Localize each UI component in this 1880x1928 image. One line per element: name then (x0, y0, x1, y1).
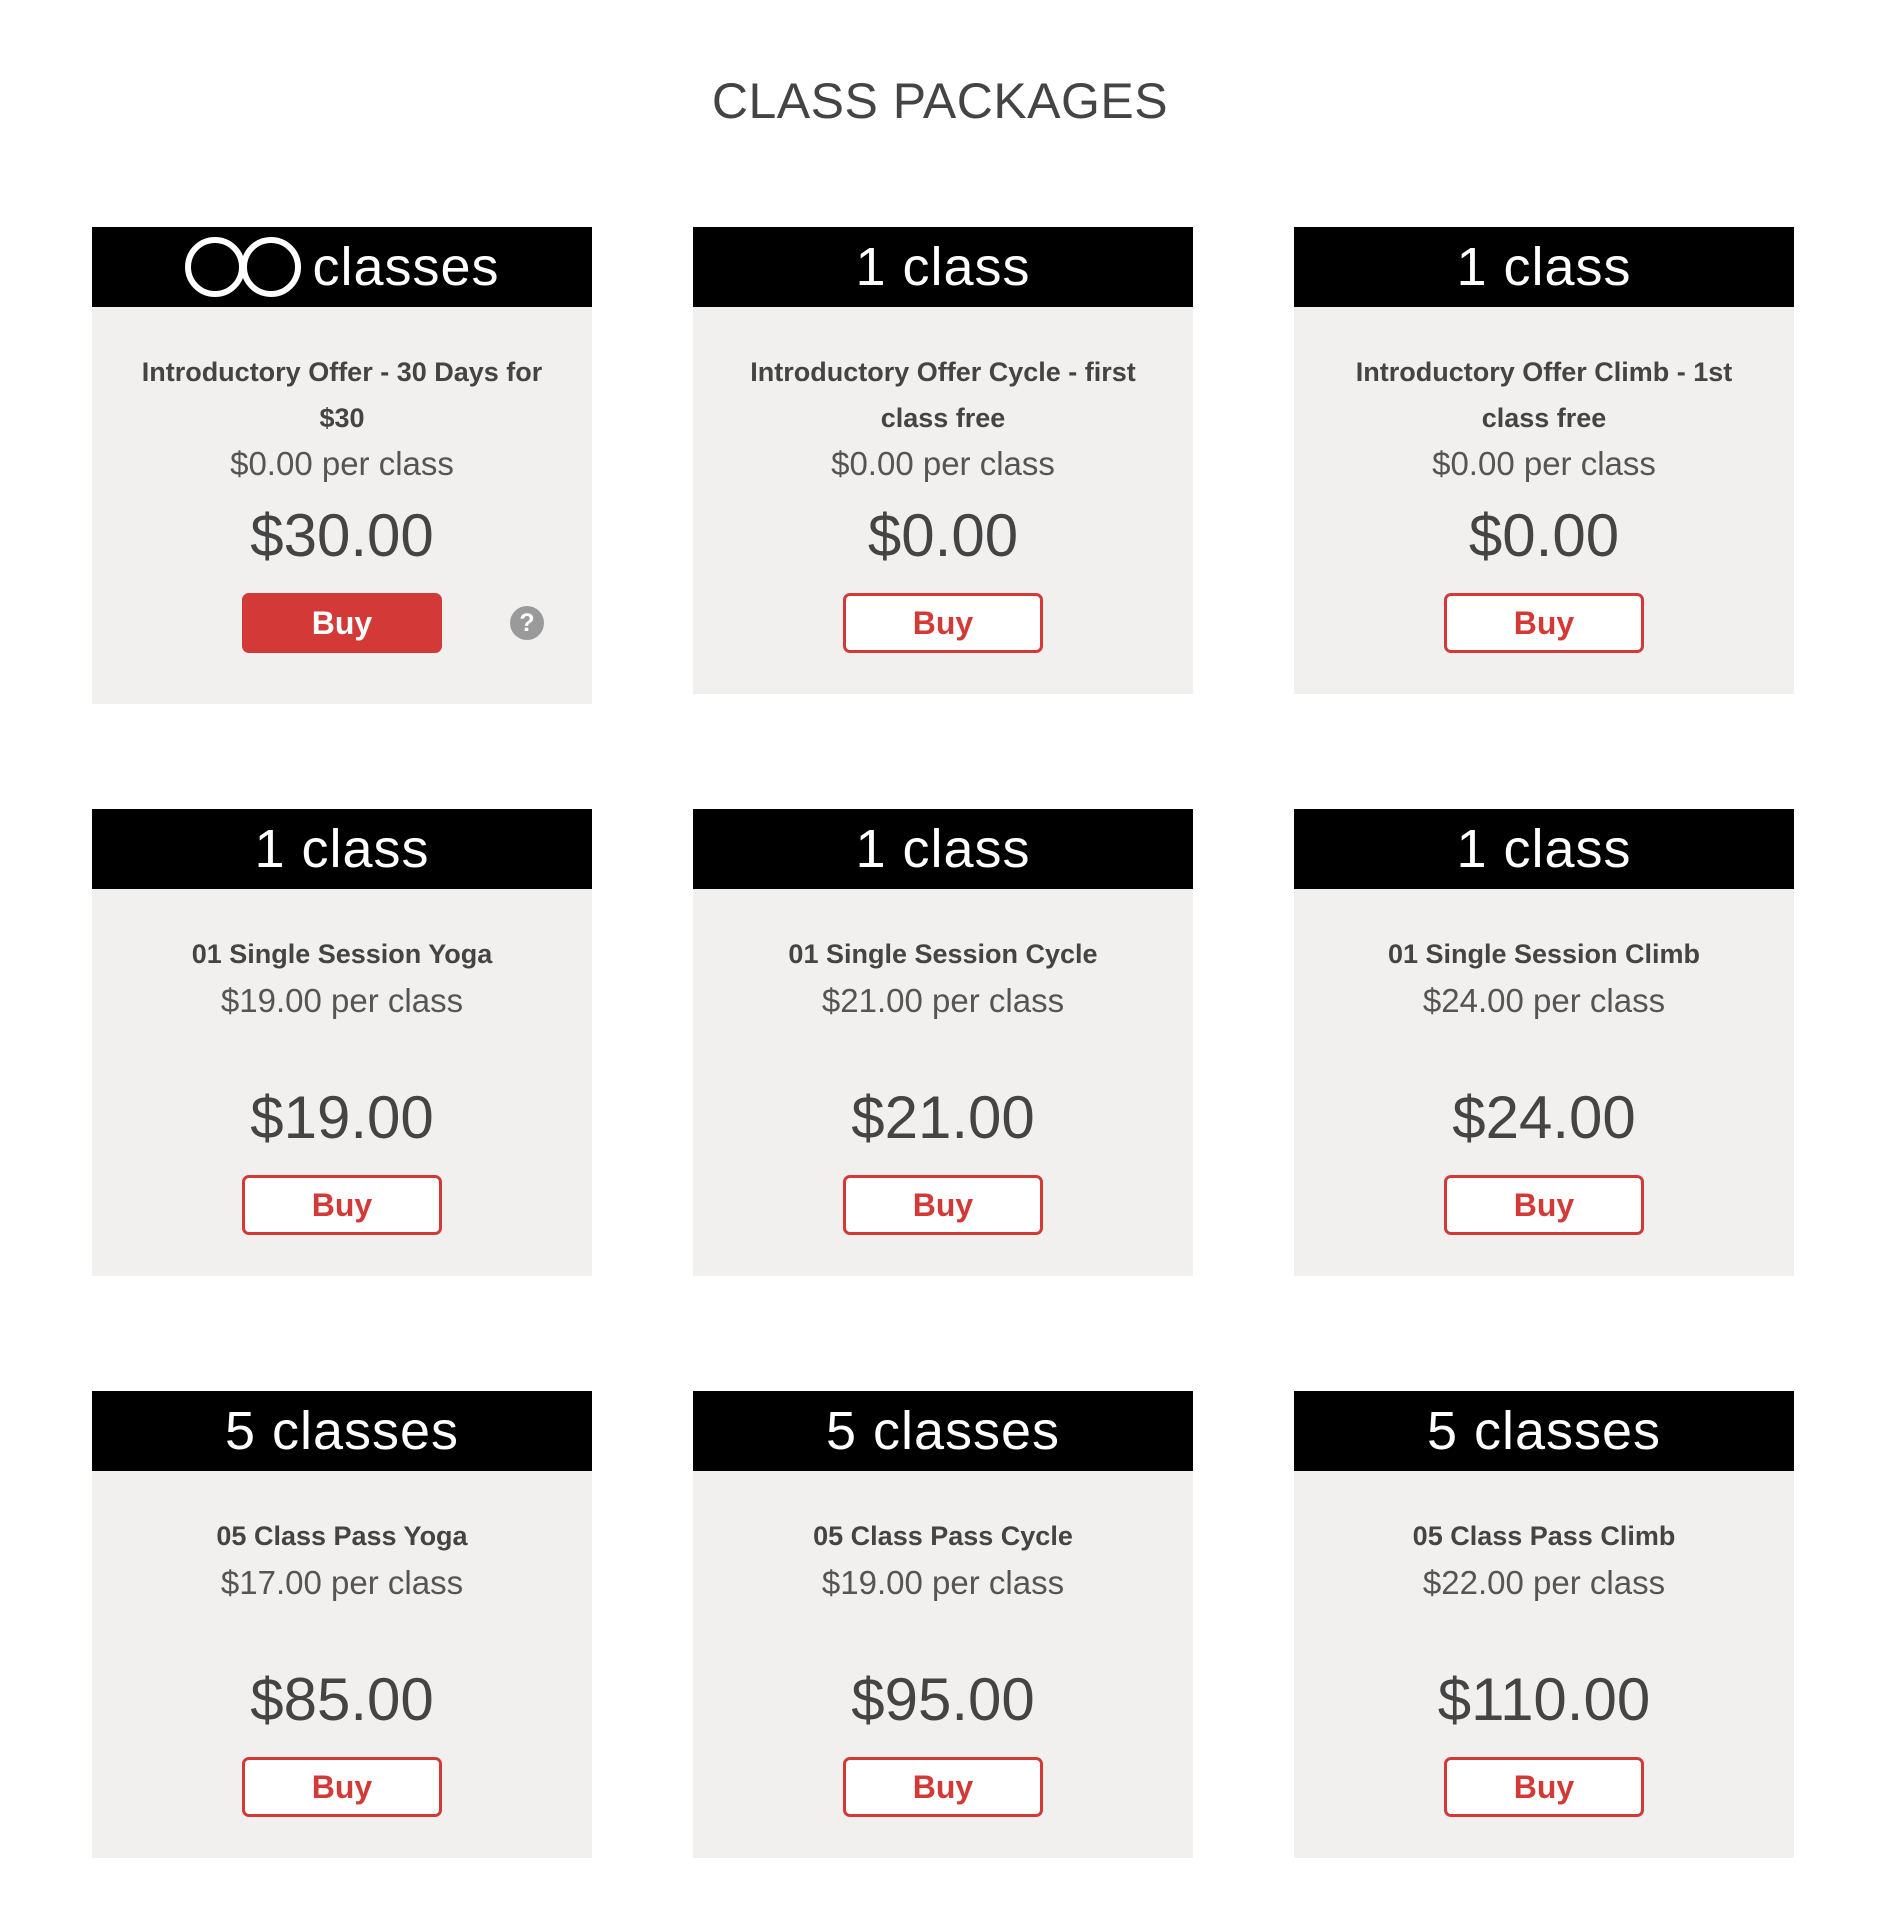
package-name: Introductory Offer - 30 Days for $30 (141, 357, 543, 433)
package-card-body: Introductory Offer - 30 Days for $30 $0.… (92, 307, 592, 704)
package-card-intro-30-days: classes Introductory Offer - 30 Days for… (92, 227, 592, 704)
package-card-intro-climb: 1 class Introductory Offer Climb - 1st c… (1294, 227, 1794, 694)
package-price: $21.00 (851, 1084, 1035, 1151)
package-card-pass-cycle: 5 classes 05 Class Pass Cycle $19.00 per… (693, 1391, 1193, 1858)
package-card-pass-yoga: 5 classes 05 Class Pass Yoga $17.00 per … (92, 1391, 592, 1858)
package-name: 01 Single Session Climb (1387, 939, 1701, 969)
package-card-header: 5 classes (693, 1391, 1193, 1471)
per-class-price: $24.00 per class (1422, 982, 1666, 1019)
package-card-body: 01 Single Session Cycle $21.00 per class… (693, 889, 1193, 1276)
package-card-body: Introductory Offer Climb - 1st class fre… (1294, 307, 1794, 694)
package-card-body: Introductory Offer Cycle - first class f… (693, 307, 1193, 694)
help-icon[interactable]: ? (510, 606, 544, 640)
per-class-price: $21.00 per class (821, 982, 1065, 1019)
buy-button[interactable]: Buy (242, 1757, 442, 1817)
per-class-price: $0.00 per class (831, 445, 1055, 482)
package-card-body: 01 Single Session Yoga $19.00 per class … (92, 889, 592, 1276)
buy-button[interactable]: Buy (843, 1175, 1043, 1235)
package-card-body: 05 Class Pass Climb $22.00 per class $11… (1294, 1471, 1794, 1858)
buy-button[interactable]: Buy (1444, 1757, 1644, 1817)
package-card-header-label: 1 class (855, 819, 1031, 879)
package-card-single-climb: 1 class 01 Single Session Climb $24.00 p… (1294, 809, 1794, 1276)
package-card-header: 5 classes (92, 1391, 592, 1471)
buy-button[interactable]: Buy (843, 593, 1043, 653)
package-card-intro-cycle: 1 class Introductory Offer Cycle - first… (693, 227, 1193, 694)
package-card-header: 1 class (693, 227, 1193, 307)
per-class-price: $17.00 per class (220, 1564, 464, 1601)
package-card-single-yoga: 1 class 01 Single Session Yoga $19.00 pe… (92, 809, 592, 1276)
per-class-price: $0.00 per class (230, 445, 454, 482)
package-card-body: 01 Single Session Climb $24.00 per class… (1294, 889, 1794, 1276)
per-class-price: $19.00 per class (821, 1564, 1065, 1601)
package-card-header: 1 class (1294, 809, 1794, 889)
package-card-body: 05 Class Pass Yoga $17.00 per class $85.… (92, 1471, 592, 1858)
page-title: CLASS PACKAGES (711, 73, 1169, 129)
package-price: $30.00 (250, 502, 434, 569)
package-price: $0.00 (1468, 502, 1620, 569)
package-card-header-label: classes (312, 237, 500, 297)
buy-button[interactable]: Buy (242, 1175, 442, 1235)
package-name: 05 Class Pass Yoga (216, 1521, 468, 1551)
package-name: 01 Single Session Yoga (191, 939, 493, 969)
package-card-header-label: 1 class (1456, 237, 1632, 297)
package-name: 01 Single Session Cycle (788, 939, 1098, 969)
buy-button[interactable]: Buy (242, 593, 442, 653)
package-card-header: 1 class (92, 809, 592, 889)
package-name: 05 Class Pass Cycle (813, 1521, 1073, 1551)
per-class-price: $19.00 per class (220, 982, 464, 1019)
package-card-header-label: 1 class (1456, 819, 1632, 879)
buy-button[interactable]: Buy (1444, 593, 1644, 653)
per-class-price: $0.00 per class (1432, 445, 1656, 482)
package-price: $95.00 (851, 1666, 1035, 1733)
package-price: $19.00 (250, 1084, 434, 1151)
package-card-header-label: 5 classes (224, 1401, 460, 1461)
package-card-header: 1 class (1294, 227, 1794, 307)
package-card-header: classes (92, 227, 592, 307)
package-card-header-label: 1 class (855, 237, 1031, 297)
package-card-header: 5 classes (1294, 1391, 1794, 1471)
package-card-single-cycle: 1 class 01 Single Session Cycle $21.00 p… (693, 809, 1193, 1276)
package-card-header-label: 5 classes (1426, 1401, 1662, 1461)
package-price: $0.00 (867, 502, 1019, 569)
package-price: $24.00 (1452, 1084, 1636, 1151)
package-name: 05 Class Pass Climb (1412, 1521, 1676, 1551)
package-card-header-label: 1 class (254, 819, 430, 879)
package-name: Introductory Offer Cycle - first class f… (750, 357, 1136, 433)
package-card-body: 05 Class Pass Cycle $19.00 per class $95… (693, 1471, 1193, 1858)
infinity-icon (185, 237, 302, 297)
buy-button[interactable]: Buy (843, 1757, 1043, 1817)
package-name: Introductory Offer Climb - 1st class fre… (1355, 357, 1733, 433)
per-class-price: $22.00 per class (1422, 1564, 1666, 1601)
package-card-header-label: 5 classes (825, 1401, 1061, 1461)
package-card-pass-climb: 5 classes 05 Class Pass Climb $22.00 per… (1294, 1391, 1794, 1858)
package-price: $110.00 (1437, 1666, 1651, 1733)
package-price: $85.00 (250, 1666, 434, 1733)
buy-button[interactable]: Buy (1444, 1175, 1644, 1235)
package-card-header: 1 class (693, 809, 1193, 889)
